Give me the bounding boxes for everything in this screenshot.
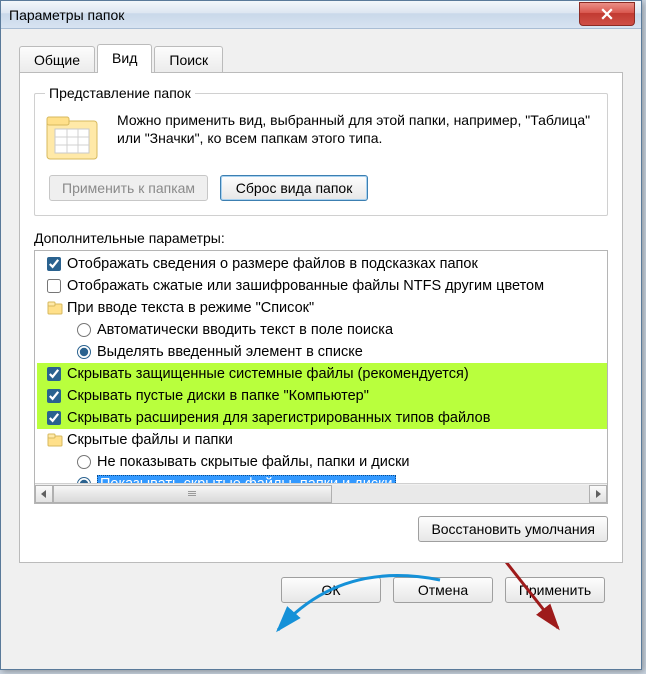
tree-item-label: Скрытые файлы и папки: [67, 432, 233, 448]
tree-item-label: Не показывать скрытые файлы, папки и дис…: [97, 454, 410, 470]
scroll-thumb[interactable]: [53, 485, 332, 503]
tree-item[interactable]: Скрывать пустые диски в папке "Компьютер…: [37, 385, 607, 407]
restore-defaults-button[interactable]: Восстановить умолчания: [418, 516, 608, 542]
tree-item[interactable]: Не показывать скрытые файлы, папки и дис…: [37, 451, 607, 473]
advanced-label: Дополнительные параметры:: [34, 230, 608, 246]
tree-item-label: Отображать сжатые или зашифрованные файл…: [67, 278, 544, 294]
tree-item[interactable]: Скрывать расширения для зарегистрированн…: [37, 407, 607, 429]
advanced-tree[interactable]: Отображать сведения о размере файлов в п…: [35, 251, 607, 483]
folder-views-text: Можно применить вид, выбранный для этой …: [117, 111, 597, 165]
tree-checkbox[interactable]: [47, 367, 61, 381]
apply-to-folders-button: Применить к папкам: [49, 175, 208, 201]
tree-item-label: Показывать скрытые файлы, папки и диски: [97, 475, 396, 483]
tree-item[interactable]: Отображать сжатые или зашифрованные файл…: [37, 275, 607, 297]
titlebar[interactable]: Параметры папок: [1, 1, 641, 29]
close-icon: [601, 8, 613, 20]
tree-item[interactable]: Отображать сведения о размере файлов в п…: [37, 253, 607, 275]
dialog-button-row: ОК Отмена Применить: [19, 563, 623, 619]
horizontal-scrollbar[interactable]: [35, 483, 607, 503]
tab-search[interactable]: Поиск: [154, 46, 223, 73]
tree-radio[interactable]: [77, 477, 91, 483]
tree-item[interactable]: Выделять введенный элемент в списке: [37, 341, 607, 363]
tree-checkbox[interactable]: [47, 279, 61, 293]
window-title: Параметры папок: [9, 7, 124, 23]
tree-item-label: Скрывать расширения для зарегистрированн…: [67, 410, 490, 426]
tree-item-label: Отображать сведения о размере файлов в п…: [67, 256, 478, 272]
folder-icon: [45, 111, 103, 165]
reset-folders-button[interactable]: Сброс вида папок: [220, 175, 368, 201]
tree-item[interactable]: Скрывать защищенные системные файлы (рек…: [37, 363, 607, 385]
triangle-left-icon: [40, 490, 48, 498]
scroll-left-button[interactable]: [35, 485, 53, 503]
tree-item[interactable]: Показывать скрытые файлы, папки и диски: [37, 473, 607, 483]
ok-button[interactable]: ОК: [281, 577, 381, 603]
tree-item-label: При вводе текста в режиме "Список": [67, 300, 314, 316]
tree-item[interactable]: Автоматически вводить текст в поле поиск…: [37, 319, 607, 341]
client-area: Общие Вид Поиск Представление папок: [1, 29, 641, 669]
tab-panel-view: Представление папок Можно применить вид,…: [19, 72, 623, 563]
apply-button[interactable]: Применить: [505, 577, 605, 603]
tree-item-label: Скрывать защищенные системные файлы (рек…: [67, 366, 469, 382]
scroll-right-button[interactable]: [589, 485, 607, 503]
tree-radio[interactable]: [77, 323, 91, 337]
tab-strip: Общие Вид Поиск: [19, 46, 623, 73]
tree-radio[interactable]: [77, 345, 91, 359]
tree-item-label: Скрывать пустые диски в папке "Компьютер…: [67, 388, 369, 404]
folder-views-legend: Представление папок: [45, 85, 195, 101]
tree-radio[interactable]: [77, 455, 91, 469]
tree-item[interactable]: При вводе текста в режиме "Список": [37, 297, 607, 319]
tree-item-label: Автоматически вводить текст в поле поиск…: [97, 322, 393, 338]
tree-checkbox[interactable]: [47, 389, 61, 403]
tree-checkbox[interactable]: [47, 257, 61, 271]
tree-checkbox[interactable]: [47, 411, 61, 425]
folder-options-window: Параметры папок Общие Вид Поиск Представ…: [0, 0, 642, 670]
folder-views-group: Представление папок Можно применить вид,…: [34, 85, 608, 216]
tab-general[interactable]: Общие: [19, 46, 95, 73]
scroll-track[interactable]: [53, 485, 589, 503]
tree-item-label: Выделять введенный элемент в списке: [97, 344, 363, 360]
triangle-right-icon: [594, 490, 602, 498]
cancel-button[interactable]: Отмена: [393, 577, 493, 603]
advanced-tree-container: Отображать сведения о размере файлов в п…: [34, 250, 608, 504]
tree-item[interactable]: Скрытые файлы и папки: [37, 429, 607, 451]
close-button[interactable]: [579, 2, 635, 26]
tab-view[interactable]: Вид: [97, 44, 152, 73]
